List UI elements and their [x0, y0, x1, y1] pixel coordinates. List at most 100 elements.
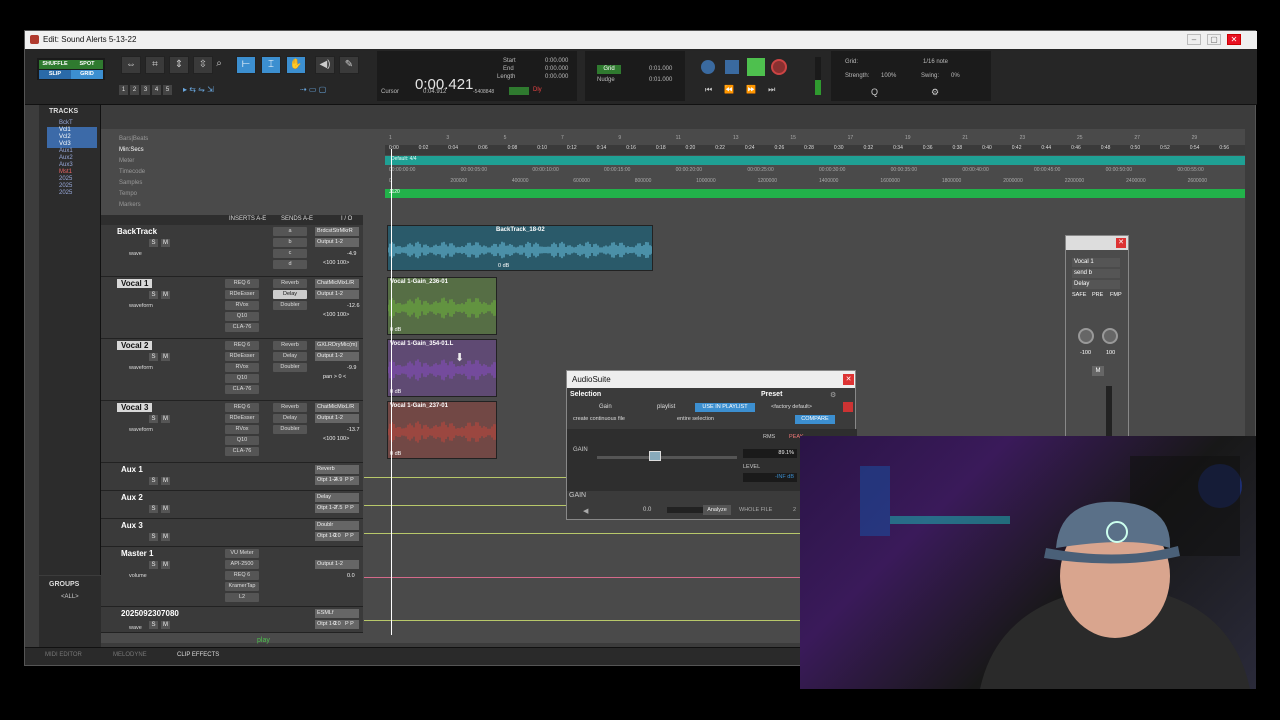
dly-label[interactable]: Dly — [533, 87, 542, 93]
insert-slot[interactable]: RVox — [225, 363, 259, 372]
send-slot[interactable]: a — [273, 227, 307, 236]
insert-slot[interactable]: L2 — [225, 593, 259, 602]
grid-mode-button[interactable]: GRID — [71, 70, 103, 79]
solo-button[interactable]: S — [149, 477, 158, 485]
insert-slot[interactable]: API-2500 — [225, 560, 259, 569]
mute-button[interactable]: M — [161, 505, 170, 513]
insert-slot[interactable]: REQ 6 — [225, 571, 259, 580]
solo-button[interactable]: S — [149, 353, 158, 361]
minimize-button[interactable]: – — [1187, 34, 1201, 45]
send-slot[interactable]: Delay — [273, 414, 307, 423]
pan-value[interactable]: P P — [345, 533, 354, 539]
insert-slot[interactable]: REQ 6 — [225, 403, 259, 412]
insert-slot[interactable]: Q10 — [225, 312, 259, 321]
solo-button[interactable]: S — [149, 239, 158, 247]
track-header[interactable]: Master 1 S Mvolume VU Meter API-2500 REQ 6 Kra… — [101, 547, 363, 607]
zoom-preset-5[interactable]: 5 — [163, 85, 172, 95]
insert-slot[interactable]: REQ 6 — [225, 341, 259, 350]
start-value[interactable]: 0:00.000 — [545, 58, 568, 64]
length-value[interactable]: 0:00.000 — [545, 74, 568, 80]
volume-value[interactable]: -9.9 — [347, 365, 356, 371]
samples-ruler[interactable]: 0200000400000600000800000100000012000001… — [385, 178, 1245, 188]
volume-value[interactable]: -7.5 — [333, 505, 342, 511]
zoom-preset-4[interactable]: 4 — [152, 85, 161, 95]
pan-value[interactable]: P P — [345, 477, 354, 483]
pan-right-knob[interactable] — [1102, 328, 1118, 344]
trim-tool-icon[interactable]: ⊢ — [236, 56, 256, 74]
solo-button[interactable]: S — [149, 291, 158, 299]
plugin-close-icon[interactable]: ✕ — [1116, 238, 1126, 248]
insert-slot[interactable]: Q10 — [225, 374, 259, 383]
pan-left-knob[interactable] — [1078, 328, 1094, 344]
maximize-button[interactable]: ▢ — [1207, 34, 1221, 45]
settings-gear-icon[interactable]: ⚙ — [931, 87, 943, 97]
track-name[interactable]: Master 1 — [121, 549, 153, 558]
send-slot[interactable]: b — [273, 238, 307, 247]
volume-value[interactable]: 0.0 — [333, 533, 341, 539]
rms-label[interactable]: RMS — [763, 434, 775, 440]
track-list-item[interactable]: Aux2 — [47, 155, 97, 162]
tab-melodyne[interactable]: MELODYNE — [113, 652, 147, 658]
insert-slot[interactable]: RDeEsser — [225, 290, 259, 299]
track-name[interactable]: Vocal 2 — [117, 341, 153, 350]
audio-clip[interactable]: Vocal 1-Gain_237-01 0 dB — [387, 401, 497, 459]
gain-value[interactable]: 89.1% — [743, 449, 797, 458]
bars-ruler[interactable]: 1 3 5 7 9 11 13 15 17 19 21 23 25 27 29 — [385, 135, 1245, 145]
gain-slider-thumb[interactable] — [649, 451, 661, 461]
insert-slot[interactable]: RVox — [225, 425, 259, 434]
mute-button[interactable]: M — [161, 621, 170, 629]
sidechain-icon[interactable]: ◀ — [583, 507, 588, 515]
track-list-item[interactable]: Aux1 — [47, 148, 97, 155]
input-select[interactable]: ESMLf — [315, 609, 359, 618]
solo-button[interactable]: S — [149, 415, 158, 423]
clip-gain[interactable]: 0 dB — [498, 263, 509, 269]
timecode-ruler[interactable]: 00:00:00:00 00:00:05:00 00:00:10:00 00:00:1… — [385, 167, 1245, 177]
send-slot[interactable]: d — [273, 260, 307, 269]
audio-clip[interactable]: Vocal 1-Gain_236-01 0 dB — [387, 277, 497, 335]
track-name[interactable]: BackTrack — [117, 227, 157, 236]
volume-value[interactable]: -4.9 — [347, 251, 356, 257]
handle-value[interactable]: 0.0 — [643, 507, 651, 513]
send-slot[interactable]: c — [273, 249, 307, 258]
track-list-item[interactable]: 2025 — [47, 190, 97, 197]
groups-all-item[interactable]: <ALL> — [61, 594, 79, 600]
nudge-value[interactable]: 0:01.000 — [649, 77, 672, 83]
plugin-select[interactable]: Gain — [575, 403, 645, 412]
solo-button[interactable]: S — [149, 561, 158, 569]
track-view-select[interactable]: wave — [129, 251, 142, 257]
pan-value[interactable]: <100 100> — [323, 436, 349, 442]
track-name[interactable]: Vocal 1 — [117, 279, 153, 288]
selector-tool-icon[interactable]: ⌶ — [261, 56, 281, 74]
pencil-tool-icon[interactable]: ✎ — [339, 56, 359, 74]
pre-button[interactable]: PRE — [1092, 292, 1103, 298]
preset-gear-icon[interactable]: ⚙ — [830, 391, 836, 399]
zoom-preset-1[interactable]: 1 — [119, 85, 128, 95]
output-select[interactable]: Output 1-2 — [315, 560, 359, 569]
audiosuite-close-icon[interactable]: ✕ — [843, 374, 854, 385]
pan-value[interactable]: P P — [345, 505, 354, 511]
send-slot[interactable]: Doubler — [273, 425, 307, 434]
track-view-select[interactable]: wave — [129, 625, 142, 631]
use-in-playlist-button[interactable]: USE IN PLAYLIST — [695, 403, 755, 412]
grabber-tool-icon[interactable]: ✋ — [286, 56, 306, 74]
track-header[interactable]: Vocal 3 S Mwaveform REQ 6 RDeEsser RVox Q10 CLA… — [101, 401, 363, 463]
swing-value[interactable]: 0% — [951, 73, 960, 79]
preset-red-icon[interactable] — [843, 402, 853, 412]
track-name[interactable]: 2025092307080 — [121, 609, 179, 618]
magnify-icon[interactable]: ⌕ — [209, 56, 229, 74]
track-header[interactable]: Aux 3 S M Doublr Otpt 1-2 0.0 P P — [101, 519, 363, 547]
whole-file-button[interactable]: WHOLE FILE — [739, 507, 772, 513]
send-slot[interactable]: Doubler — [273, 363, 307, 372]
track-view-select[interactable]: waveform — [129, 365, 153, 371]
solo-button[interactable]: S — [149, 533, 158, 541]
grid-value[interactable]: 0:01.000 — [649, 66, 672, 72]
end-value[interactable]: 0:00.000 — [545, 66, 568, 72]
tab-to-transient-icon[interactable]: ⇢ ▭ ▢ — [300, 85, 370, 95]
track-header[interactable]: BackTrack S Mwave a b c d BrdcstStrMkrR Output 1… — [101, 225, 363, 277]
nudge-label[interactable]: Nudge — [597, 77, 615, 83]
output-select[interactable]: Output 1-2 — [315, 290, 359, 299]
input-select[interactable]: Doublr — [315, 521, 359, 530]
track-view-select[interactable]: waveform — [129, 427, 153, 433]
insert-slot[interactable]: RVox — [225, 301, 259, 310]
track-header[interactable]: 2025092307080 S Mwave ESMLf Otpt 1-2 0.0 P P — [101, 607, 363, 633]
